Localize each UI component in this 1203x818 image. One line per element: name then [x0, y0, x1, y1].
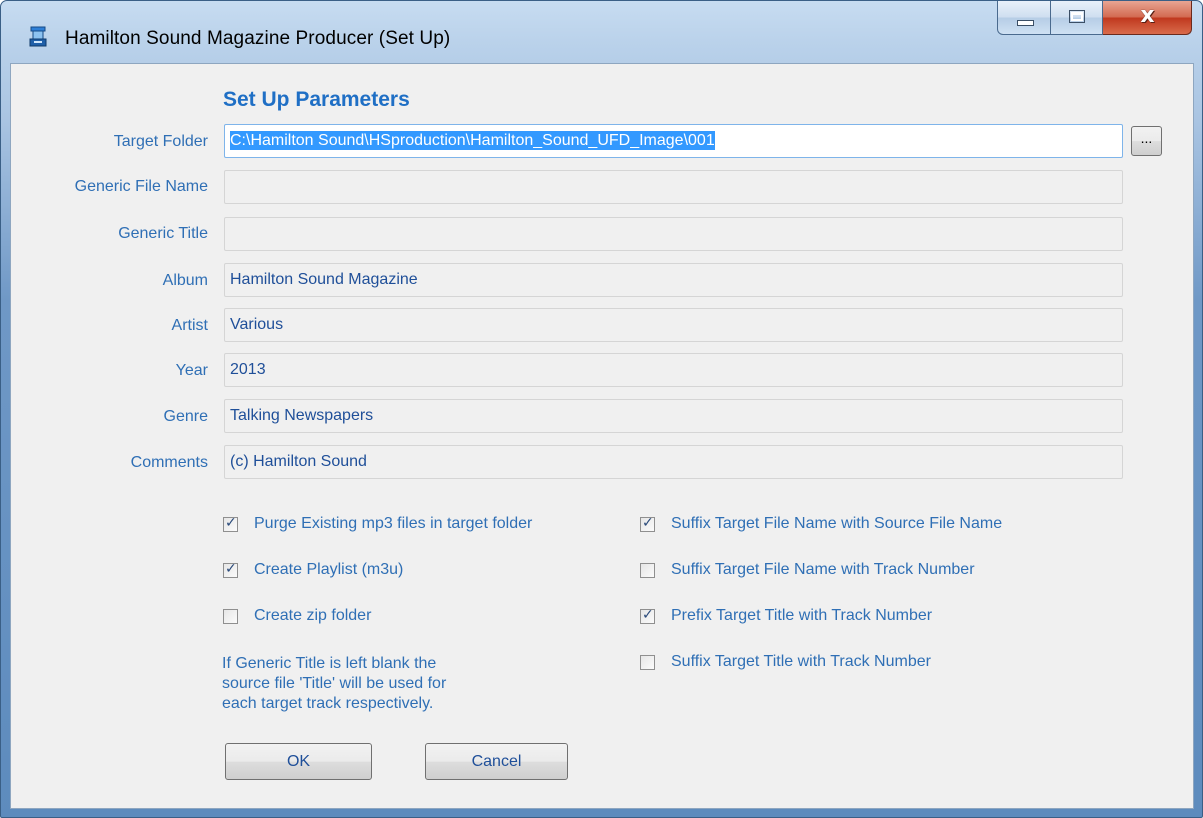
- minimize-button[interactable]: [997, 1, 1051, 35]
- page-heading: Set Up Parameters: [223, 88, 410, 111]
- note-line: source file 'Title' will be used for: [222, 675, 447, 692]
- artist-field[interactable]: Various: [224, 308, 1123, 342]
- create-playlist-label: Create Playlist (m3u): [254, 561, 404, 578]
- target-folder-label: Target Folder: [113, 133, 208, 150]
- genre-field[interactable]: Talking Newspapers: [224, 399, 1123, 433]
- close-icon: x: [1140, 3, 1155, 28]
- caption-buttons: x: [997, 1, 1192, 37]
- suffix-file-track-checkbox[interactable]: [640, 562, 655, 578]
- generic-file-name-label: Generic File Name: [74, 178, 208, 195]
- album-label: Album: [162, 272, 208, 289]
- year-label: Year: [175, 362, 208, 379]
- check-icon: ✓: [642, 606, 654, 623]
- prefix-title-track-option[interactable]: ✓ Prefix Target Title with Track Number: [640, 607, 932, 625]
- suffix-file-track-option[interactable]: Suffix Target File Name with Track Numbe…: [640, 561, 975, 579]
- create-zip-label: Create zip folder: [254, 607, 372, 624]
- purge-existing-checkbox[interactable]: ✓: [223, 514, 238, 532]
- generic-title-field[interactable]: [224, 217, 1123, 251]
- purge-existing-option[interactable]: ✓ Purge Existing mp3 files in target fol…: [223, 515, 532, 533]
- target-folder-value: C:\Hamilton Sound\HSproduction\Hamilton_…: [230, 131, 715, 150]
- note-line: each target track respectively.: [222, 695, 434, 712]
- create-zip-option[interactable]: Create zip folder: [223, 607, 371, 625]
- maximize-icon: [1069, 10, 1085, 23]
- note-line: If Generic Title is left blank the: [222, 655, 437, 672]
- title-bar[interactable]: Hamilton Sound Magazine Producer (Set Up…: [1, 1, 1202, 63]
- suffix-title-track-checkbox[interactable]: [640, 654, 655, 670]
- client-area: Set Up Parameters Target Folder C:\Hamil…: [10, 63, 1194, 809]
- suffix-title-track-label: Suffix Target Title with Track Number: [671, 653, 931, 670]
- create-playlist-checkbox[interactable]: ✓: [223, 560, 238, 578]
- genre-label: Genre: [163, 408, 208, 425]
- create-playlist-option[interactable]: ✓ Create Playlist (m3u): [223, 561, 403, 579]
- album-field[interactable]: Hamilton Sound Magazine: [224, 263, 1123, 297]
- target-folder-field[interactable]: C:\Hamilton Sound\HSproduction\Hamilton_…: [224, 124, 1123, 158]
- artist-label: Artist: [171, 317, 208, 334]
- close-button[interactable]: x: [1103, 1, 1192, 35]
- suffix-file-track-label: Suffix Target File Name with Track Numbe…: [671, 561, 975, 578]
- generic-title-note: If Generic Title is left blank the sourc…: [222, 654, 542, 714]
- generic-title-label: Generic Title: [118, 225, 208, 242]
- create-zip-checkbox[interactable]: [223, 608, 238, 624]
- minimize-icon: [1017, 20, 1034, 26]
- suffix-title-track-option[interactable]: Suffix Target Title with Track Number: [640, 653, 931, 671]
- purge-existing-label: Purge Existing mp3 files in target folde…: [254, 515, 533, 532]
- year-field[interactable]: 2013: [224, 353, 1123, 387]
- prefix-title-track-label: Prefix Target Title with Track Number: [671, 607, 933, 624]
- check-icon: ✓: [225, 514, 237, 531]
- suffix-file-source-checkbox[interactable]: ✓: [640, 514, 655, 532]
- maximize-button[interactable]: [1051, 1, 1103, 35]
- comments-field[interactable]: (c) Hamilton Sound: [224, 445, 1123, 479]
- browse-button[interactable]: ...: [1131, 126, 1162, 156]
- window-title: Hamilton Sound Magazine Producer (Set Up…: [65, 28, 451, 49]
- comments-label: Comments: [130, 454, 208, 471]
- ok-button[interactable]: OK: [225, 743, 372, 780]
- setup-window: Hamilton Sound Magazine Producer (Set Up…: [0, 0, 1203, 818]
- generic-file-name-field[interactable]: [224, 170, 1123, 204]
- cancel-button[interactable]: Cancel: [425, 743, 568, 780]
- app-icon: [29, 26, 47, 47]
- check-icon: ✓: [642, 514, 654, 531]
- check-icon: ✓: [225, 560, 237, 577]
- prefix-title-track-checkbox[interactable]: ✓: [640, 606, 655, 624]
- suffix-file-source-label: Suffix Target File Name with Source File…: [671, 515, 1003, 532]
- suffix-file-source-option[interactable]: ✓ Suffix Target File Name with Source Fi…: [640, 515, 1002, 533]
